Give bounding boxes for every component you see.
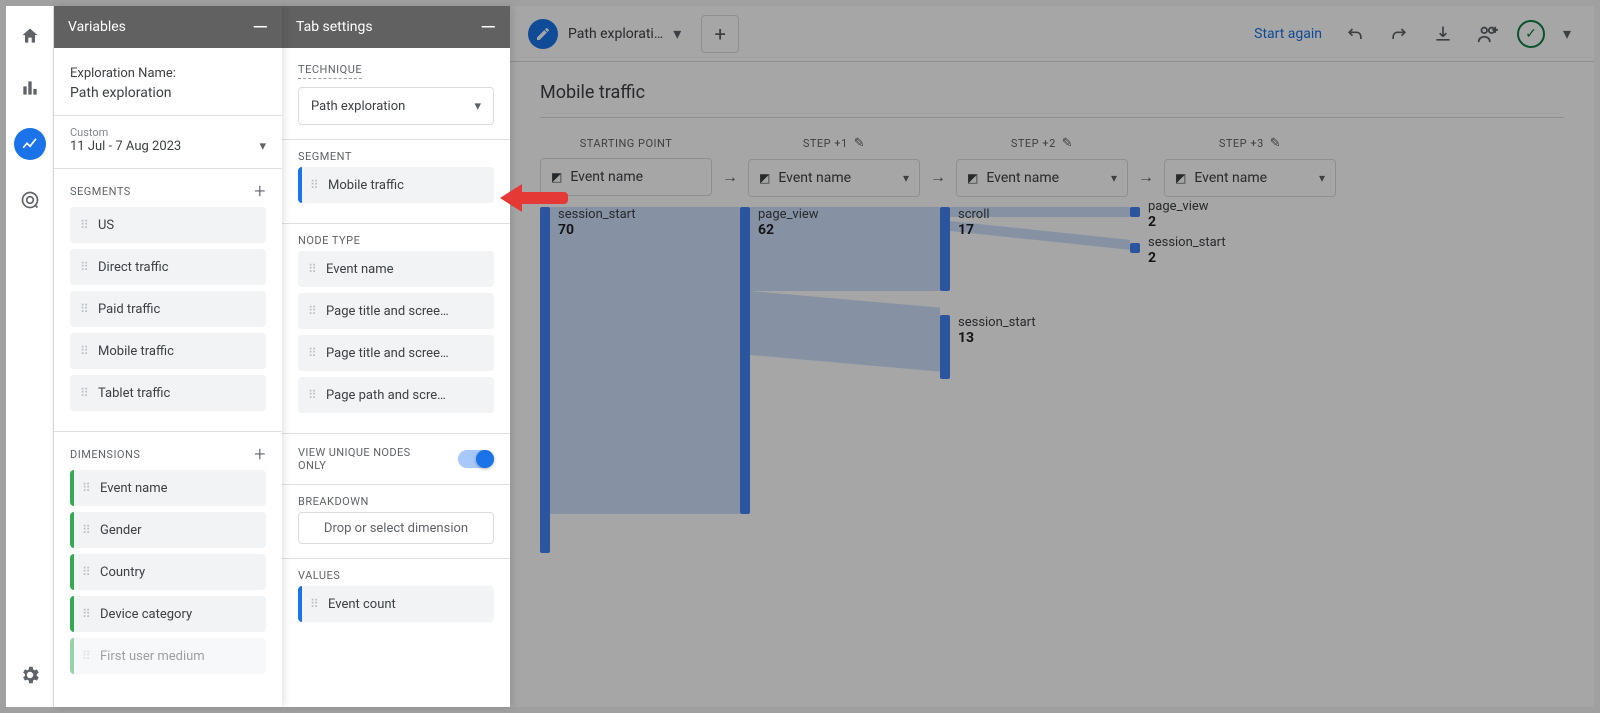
chevron-down-icon: ▾ [259,139,266,154]
technique-select[interactable]: Path exploration ▾ [298,87,494,125]
drag-icon: ⠿ [310,178,320,192]
annotation-arrow [500,184,568,212]
dimension-chip[interactable]: ⠿Event name [70,470,266,506]
drag-icon: ⠿ [308,304,318,318]
dimension-chip[interactable]: ⠿First user medium [70,638,266,674]
drag-icon: ⠿ [82,523,92,537]
settings-icon[interactable] [18,663,42,687]
segment-chip[interactable]: ⠿Mobile traffic [70,333,266,369]
drag-icon: ⠿ [80,218,90,232]
date-range-picker[interactable]: 11 Jul - 7 Aug 2023 ▾ [70,139,266,154]
add-segment-button[interactable]: + [254,179,266,203]
segment-section-label: SEGMENT [298,150,352,163]
node-type-chip[interactable]: ⠿Page title and scree… [298,293,494,329]
segment-chip[interactable]: ⠿Tablet traffic [70,375,266,411]
exploration-name-value[interactable]: Path exploration [70,85,266,101]
segments-label: SEGMENTS [70,185,131,198]
segment-chip[interactable]: ⠿US [70,207,266,243]
view-unique-toggle[interactable] [458,450,494,468]
reports-icon[interactable] [18,76,42,100]
applied-segment-chip[interactable]: ⠿Mobile traffic [298,167,494,203]
values-label: VALUES [298,569,340,582]
variables-panel: Variables — Exploration Name: Path explo… [54,6,282,707]
breakdown-label: BREAKDOWN [298,495,369,508]
variables-title: Variables [68,19,126,35]
add-dimension-button[interactable]: + [254,442,266,466]
technique-label: TECHNIQUE [298,63,362,79]
drag-icon: ⠿ [82,481,92,495]
node-type-label: NODE TYPE [298,234,360,247]
drag-icon: ⠿ [80,386,90,400]
breakdown-dropzone[interactable]: Drop or select dimension [298,512,494,544]
nav-rail [6,6,54,707]
drag-icon: ⠿ [82,565,92,579]
advertising-icon[interactable] [18,188,42,212]
drag-icon: ⠿ [308,346,318,360]
tab-settings-header: Tab settings — [282,6,510,48]
dimensions-label: DIMENSIONS [70,448,140,461]
drag-icon: ⠿ [82,607,92,621]
tab-settings-panel: Tab settings — TECHNIQUE Path exploratio… [282,6,510,707]
values-chip[interactable]: ⠿Event count [298,586,494,622]
explore-icon[interactable] [14,128,46,160]
drag-icon: ⠿ [80,260,90,274]
tab-settings-title: Tab settings [296,19,373,35]
drag-icon: ⠿ [80,344,90,358]
drag-icon: ⠿ [308,262,318,276]
dimension-chip[interactable]: ⠿Device category [70,596,266,632]
segment-chip[interactable]: ⠿Paid traffic [70,291,266,327]
node-type-chip[interactable]: ⠿Page title and scree… [298,335,494,371]
canvas-overlay [510,6,1594,707]
home-icon[interactable] [18,24,42,48]
dimension-chip[interactable]: ⠿Gender [70,512,266,548]
variables-header: Variables — [54,6,282,48]
dimension-chip[interactable]: ⠿Country [70,554,266,590]
segment-chip[interactable]: ⠿Direct traffic [70,249,266,285]
node-type-chip[interactable]: ⠿Event name [298,251,494,287]
drag-icon: ⠿ [82,649,92,663]
drag-icon: ⠿ [80,302,90,316]
view-unique-label: VIEW UNIQUE NODES ONLY [298,446,428,472]
date-custom-label: Custom [70,126,266,139]
node-type-chip[interactable]: ⠿Page path and scre… [298,377,494,413]
drag-icon: ⠿ [308,388,318,402]
exploration-name-label: Exploration Name: [70,66,266,81]
drag-icon: ⠿ [310,597,320,611]
exploration-canvas: Path explorati… ▾ + Start again ✓ ▾ Mobi… [510,6,1594,707]
chevron-down-icon: ▾ [474,99,481,114]
